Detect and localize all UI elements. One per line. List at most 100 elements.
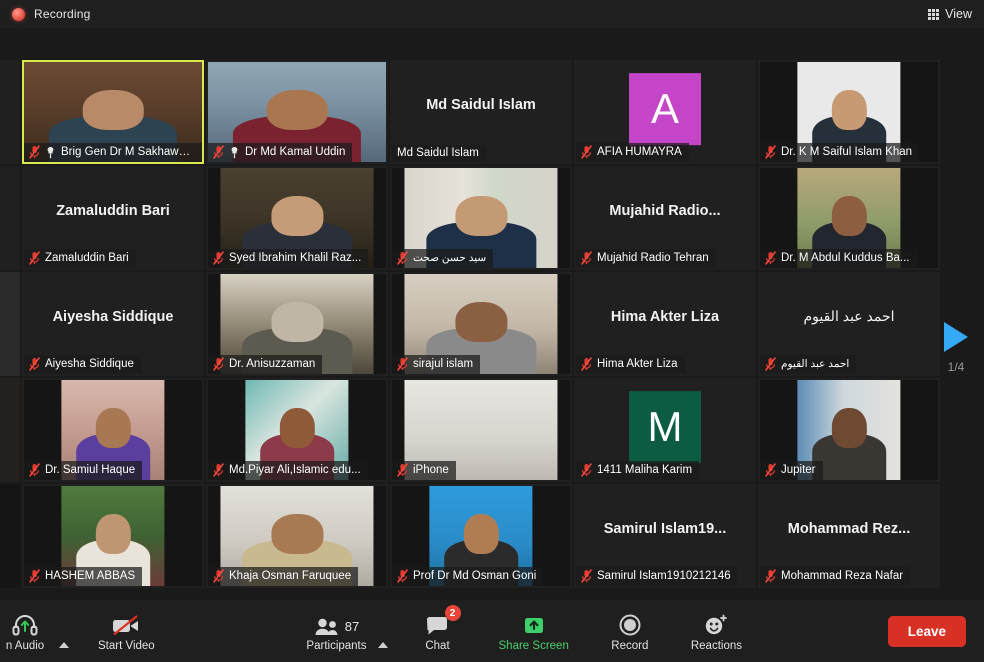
participant-tile[interactable]: Dr. Samiul Haque xyxy=(22,378,204,482)
start-video-label: Start Video xyxy=(98,639,155,652)
participant-tile[interactable]: Jupiter xyxy=(758,378,940,482)
participant-name-bar: Samirul Islam1910212146 xyxy=(576,567,738,586)
participant-tile[interactable]: Mujahid Radio... Mujahid Radio Tehran xyxy=(574,166,756,270)
participant-tile[interactable]: Dr. Anisuzzaman xyxy=(206,272,388,376)
participant-name-label: Dr. M Abdul Kuddus Ba... xyxy=(781,252,910,264)
participant-tile[interactable]: Syed Ibrahim Khalil Raz... xyxy=(206,166,388,270)
edge-tile[interactable] xyxy=(0,166,20,270)
participant-name-bar: HASHEM ABBAS xyxy=(24,567,143,586)
participant-name-label: Syed Ibrahim Khalil Raz... xyxy=(229,252,362,264)
participant-name-bar: Dr Md Kamal Uddin xyxy=(208,143,353,162)
mic-muted-icon xyxy=(581,569,592,583)
mic-muted-icon xyxy=(581,145,592,159)
participant-name-label: iPhone xyxy=(413,464,449,476)
next-page-button[interactable]: 1/4 xyxy=(934,322,978,374)
mic-muted-icon xyxy=(765,357,776,371)
participant-tile[interactable]: Md.Piyar Ali,Islamic edu... xyxy=(206,378,388,482)
edge-tile[interactable] xyxy=(0,60,20,164)
view-button-label: View xyxy=(945,7,972,21)
reactions-label: Reactions xyxy=(690,639,742,652)
mic-muted-icon xyxy=(29,569,40,583)
participant-tile[interactable]: Prof Dr Md Osman Goni xyxy=(390,484,572,588)
edge-tile[interactable] xyxy=(0,484,20,588)
edge-tile[interactable] xyxy=(0,272,20,376)
participant-name-label: Dr. K M Saiful Islam Khan xyxy=(781,146,913,158)
participant-name-bar: Md.Piyar Ali,Islamic edu... xyxy=(208,461,368,480)
participant-name-bar: Zamaluddin Bari xyxy=(24,249,136,268)
top-bar: Recording View xyxy=(0,0,984,28)
participant-name-bar: Hima Akter Liza xyxy=(576,355,685,374)
chat-button[interactable]: 2 Chat xyxy=(409,600,467,662)
participant-gallery: Brig Gen Dr M Sakhawat... Dr Md Kamal Udd… xyxy=(0,28,984,600)
participant-tile[interactable]: Aiyesha Siddique Aiyesha Siddique xyxy=(22,272,204,376)
participant-name-bar: Dr. Samiul Haque xyxy=(24,461,143,480)
participant-tile[interactable]: سيد حسن صحت xyxy=(390,166,572,270)
participant-name-bar: Prof Dr Md Osman Goni xyxy=(392,567,544,586)
participant-tile[interactable]: Hima Akter Liza Hima Akter Liza xyxy=(574,272,756,376)
audio-options-button[interactable] xyxy=(54,600,74,662)
mic-muted-icon xyxy=(29,357,40,371)
participant-name-bar: AFIA HUMAYRA xyxy=(576,143,689,162)
participant-tile[interactable]: Khaja Osman Faruquee xyxy=(206,484,388,588)
participant-tile[interactable]: Mohammad Rez... Mohammad Reza Nafar xyxy=(758,484,940,588)
mic-muted-icon xyxy=(213,251,224,265)
share-screen-button[interactable]: Share Screen xyxy=(493,600,575,662)
participant-tile[interactable]: iPhone xyxy=(390,378,572,482)
participant-name-label: Brig Gen Dr M Sakhawat... xyxy=(61,146,195,158)
headset-arrow-up-icon xyxy=(12,611,38,637)
mic-muted-icon xyxy=(765,463,776,477)
smiley-plus-icon xyxy=(703,611,729,637)
zoom-meeting-window: Recording View Brig Gen Dr M Sakhawat...… xyxy=(0,0,984,662)
participant-tile[interactable]: Zamaluddin Bari Zamaluddin Bari xyxy=(22,166,204,270)
participant-name-bar: Khaja Osman Faruquee xyxy=(208,567,359,586)
participant-name-label: Hima Akter Liza xyxy=(597,358,678,370)
reactions-button[interactable]: Reactions xyxy=(685,600,748,662)
mic-muted-icon xyxy=(213,463,224,477)
participants-label: Participants xyxy=(306,639,367,652)
participant-tile[interactable]: Dr Md Kamal Uddin xyxy=(206,60,388,164)
participant-tile[interactable]: احمد عبد القيوم احمد عبد القيوم xyxy=(758,272,940,376)
participant-name-label: 1411 Maliha Karim xyxy=(597,464,693,476)
participant-tile[interactable]: Md Saidul Islam Md Saidul Islam xyxy=(390,60,572,164)
edge-tile[interactable] xyxy=(0,378,20,482)
camera-slash-icon xyxy=(110,611,142,637)
participant-name-bar: Dr. Anisuzzaman xyxy=(208,355,323,374)
view-button[interactable]: View xyxy=(928,7,972,21)
recording-dot-icon xyxy=(12,7,25,21)
participant-tile[interactable]: M 1411 Maliha Karim xyxy=(574,378,756,482)
mic-muted-icon xyxy=(581,251,592,265)
pin-icon xyxy=(45,146,56,159)
participant-tile[interactable]: Dr. K M Saiful Islam Khan xyxy=(758,60,940,164)
edge-column-preview xyxy=(0,60,20,592)
mic-muted-icon xyxy=(765,251,776,265)
mic-muted-icon xyxy=(397,251,408,265)
participant-tile[interactable]: Samirul Islam19... Samirul Islam191021214… xyxy=(574,484,756,588)
participant-name-label: Md.Piyar Ali,Islamic edu... xyxy=(229,464,361,476)
participant-name-bar: Brig Gen Dr M Sakhawat... xyxy=(24,143,202,162)
participants-options-button[interactable] xyxy=(373,600,393,662)
participant-tile[interactable]: Dr. M Abdul Kuddus Ba... xyxy=(758,166,940,270)
leave-button[interactable]: Leave xyxy=(887,615,966,647)
participant-tile[interactable]: A AFIA HUMAYRA xyxy=(574,60,756,164)
record-circle-icon xyxy=(618,611,642,637)
participant-tile[interactable]: Brig Gen Dr M Sakhawat... xyxy=(22,60,204,164)
participant-name-bar: Dr. M Abdul Kuddus Ba... xyxy=(760,249,917,268)
mic-muted-icon xyxy=(397,569,408,583)
start-video-button[interactable]: Start Video xyxy=(92,600,161,662)
participant-name-bar: 1411 Maliha Karim xyxy=(576,461,700,480)
people-icon: 87 xyxy=(314,611,359,637)
participant-tile[interactable]: HASHEM ABBAS xyxy=(22,484,204,588)
participant-name-bar: Md Saidul Islam xyxy=(392,145,486,162)
chevron-up-icon xyxy=(59,642,69,648)
record-button[interactable]: Record xyxy=(601,600,659,662)
audio-button[interactable]: n Audio xyxy=(0,600,54,662)
participant-name-bar: Dr. K M Saiful Islam Khan xyxy=(760,143,920,162)
chevron-up-icon xyxy=(377,642,388,648)
participants-button[interactable]: 87 Participants xyxy=(300,600,372,662)
mic-muted-icon xyxy=(581,357,592,371)
pin-icon xyxy=(229,146,240,159)
grid-icon xyxy=(928,8,940,20)
participant-tile[interactable]: sirajul islam xyxy=(390,272,572,376)
triangle-right-icon xyxy=(944,322,968,352)
mic-muted-icon xyxy=(581,463,592,477)
